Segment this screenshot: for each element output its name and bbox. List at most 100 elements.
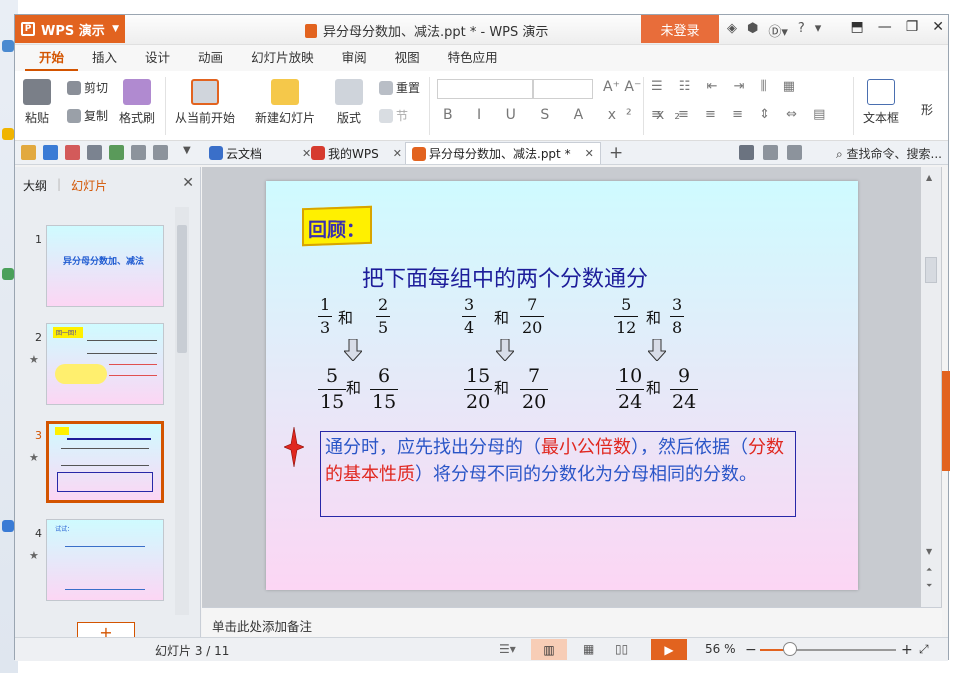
- app-menu-button[interactable]: P WPS 演示 ▼: [15, 15, 125, 43]
- scroll-up-icon[interactable]: ▲: [926, 173, 932, 182]
- tab-current-document[interactable]: 异分母分数加、减法.ppt * ✕: [405, 142, 601, 164]
- zoom-out-icon[interactable]: −: [745, 642, 757, 658]
- tab-slideshow[interactable]: 幻灯片放映: [237, 47, 328, 71]
- cut-button[interactable]: 剪切: [67, 79, 108, 96]
- slide-number: 2: [35, 331, 42, 344]
- reset-label: 重置: [396, 81, 421, 95]
- tab-outline[interactable]: 大纲: [23, 177, 47, 194]
- zoom-in-icon[interactable]: +: [901, 642, 913, 658]
- chevron-down-icon[interactable]: ▾: [815, 21, 822, 40]
- tab-cloud-docs[interactable]: 云文档 ✕: [203, 142, 317, 164]
- search-icon: ⌕: [836, 147, 847, 161]
- normal-view-icon[interactable]: ▥: [531, 639, 567, 660]
- slide-canvas[interactable]: 回顾： 把下面每组中的两个分数通分 13 和 25 5 15 和 6 15 34 和…: [266, 181, 858, 590]
- from-current-button[interactable]: 从当前开始: [175, 79, 235, 126]
- tab-insert[interactable]: 插入: [78, 47, 131, 71]
- slide-sorter-icon[interactable]: ▦: [583, 642, 594, 656]
- close-icon[interactable]: ✕: [182, 175, 194, 191]
- command-search[interactable]: ⌕ 查找命令、搜索...: [836, 145, 942, 162]
- editor-scrollbar[interactable]: ▲ ▼ ⏶ ⏷: [921, 167, 941, 607]
- save-icon[interactable]: [43, 145, 58, 160]
- slide-thumbnail-3[interactable]: [46, 421, 164, 503]
- minimize-icon[interactable]: —: [878, 19, 892, 35]
- collapse-icon[interactable]: [787, 145, 802, 160]
- font-size-select[interactable]: [533, 79, 593, 99]
- reset-button[interactable]: 重置: [379, 79, 420, 96]
- scrollbar-thumb[interactable]: [177, 225, 187, 353]
- zoom-slider[interactable]: [760, 649, 896, 651]
- document-tab-bar: ▼ 云文档 ✕ 我的WPS ✕ 异分母分数加、减法.ppt * ✕ + ⌕ 查找…: [15, 141, 948, 165]
- help-button[interactable]: ?: [798, 21, 805, 40]
- slide-thumbnail-1[interactable]: 异分母分数加、减法: [46, 225, 164, 307]
- section-button[interactable]: 节: [379, 107, 408, 124]
- summary-text-box[interactable]: 通分时，应先找出分母的（最小公倍数），然后依据（分数的基本性质）将分母不同的分数…: [320, 431, 796, 517]
- login-button[interactable]: 未登录: [641, 15, 719, 43]
- tab-home[interactable]: 开始: [25, 47, 79, 71]
- close-tab-icon[interactable]: ✕: [585, 147, 594, 160]
- down-arrow-icon: [496, 339, 514, 361]
- notes-pane[interactable]: 单击此处添加备注: [202, 607, 942, 637]
- shape-button[interactable]: 形: [921, 101, 933, 118]
- redo-icon[interactable]: [153, 145, 168, 160]
- skin-icon[interactable]: ◈: [727, 21, 737, 40]
- notes-toggle-icon[interactable]: ☰▾: [499, 642, 516, 656]
- restore-icon[interactable]: ❐: [906, 19, 919, 35]
- close-icon[interactable]: ✕: [932, 19, 944, 35]
- undo-icon[interactable]: [131, 145, 146, 160]
- new-tab-icon[interactable]: +: [609, 143, 624, 163]
- tab-slides[interactable]: 幻灯片: [71, 177, 107, 194]
- feedback-icon[interactable]: Ⓓ▾: [768, 21, 788, 40]
- previous-slide-icon[interactable]: ⏶: [926, 565, 932, 575]
- format-painter-button[interactable]: 格式刷: [119, 79, 155, 126]
- tab-design[interactable]: 设计: [131, 47, 184, 71]
- layout-label: 版式: [336, 111, 361, 125]
- tools-icon[interactable]: [763, 145, 778, 160]
- divider: [643, 77, 644, 135]
- ribbon-toggle-icon[interactable]: ⬒: [850, 19, 863, 35]
- panel-scrollbar[interactable]: [175, 207, 189, 615]
- zoom-slider-knob[interactable]: [782, 642, 797, 656]
- layout-button[interactable]: 版式: [335, 79, 363, 126]
- task-pane-handle[interactable]: [942, 371, 950, 471]
- list-format-icons[interactable]: ☰ ☷ ⇤ ⇥ ⫼ ▦: [651, 79, 801, 94]
- divider: [165, 77, 166, 135]
- presentation-file-icon: [305, 23, 317, 38]
- font-name-select[interactable]: [437, 79, 533, 99]
- tab-features[interactable]: 特色应用: [434, 47, 512, 71]
- fraction: 34: [462, 295, 477, 337]
- scroll-down-icon[interactable]: ▼: [926, 547, 932, 556]
- app-window: P WPS 演示 ▼ 异分母分数加、减法.ppt * - WPS 演示 未登录 …: [14, 14, 950, 661]
- close-tab-icon[interactable]: ✕: [393, 147, 402, 160]
- fraction: 9 24: [670, 365, 699, 413]
- grow-font-icon[interactable]: A⁺ A⁻: [603, 79, 641, 95]
- slide-thumbnail-2[interactable]: 回一回！: [46, 323, 164, 405]
- new-slide-button[interactable]: 新建幻灯片: [255, 79, 315, 126]
- export-pdf-icon[interactable]: [65, 145, 80, 160]
- copy-icon: [67, 108, 81, 123]
- scrollbar-thumb[interactable]: [925, 257, 937, 283]
- reset-icon: [379, 80, 393, 95]
- tab-review[interactable]: 审阅: [328, 47, 381, 71]
- reading-view-icon[interactable]: ▯▯: [615, 642, 628, 656]
- copy-button[interactable]: 复制: [67, 107, 108, 124]
- print-icon[interactable]: [87, 145, 102, 160]
- thumbnail-note: [57, 472, 153, 492]
- screen-icon[interactable]: [739, 145, 754, 160]
- slide-thumbnail-4[interactable]: 试试：: [46, 519, 164, 601]
- chevron-down-icon[interactable]: ▼: [183, 145, 198, 160]
- tab-animation[interactable]: 动画: [184, 47, 237, 71]
- next-slide-icon[interactable]: ⏷: [926, 581, 932, 591]
- wps-logo-icon: P: [21, 22, 35, 36]
- fit-window-icon[interactable]: ⤢: [919, 642, 929, 657]
- cube-icon[interactable]: ⬢: [747, 21, 758, 40]
- play-slideshow-button[interactable]: ▶: [651, 639, 687, 660]
- tab-my-wps[interactable]: 我的WPS ✕: [305, 142, 408, 164]
- open-folder-icon[interactable]: [21, 145, 36, 160]
- paste-button[interactable]: 粘贴: [23, 79, 51, 126]
- print-preview-icon[interactable]: [109, 145, 124, 160]
- window-title: 异分母分数加、减法.ppt * - WPS 演示: [305, 21, 548, 40]
- tab-view[interactable]: 视图: [381, 47, 434, 71]
- textbox-button[interactable]: 文本框: [863, 79, 899, 126]
- tab-current-document-label: 异分母分数加、减法.ppt *: [429, 147, 571, 161]
- align-format-icons[interactable]: ≡ ≡ ≡ ≡ ⇕ ⇔ ▤: [651, 107, 831, 122]
